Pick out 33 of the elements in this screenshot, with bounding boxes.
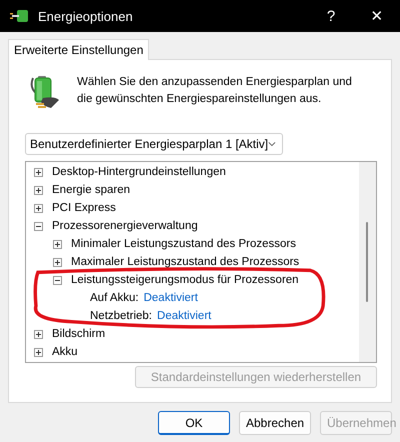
tree-item[interactable]: Minimaler Leistungszustand des Prozessors (71, 238, 296, 250)
plan-dropdown[interactable]: Benutzerdefinierter Energiesparplan 1 [Aktiv] (25, 133, 283, 155)
expand-icon[interactable] (34, 348, 43, 356)
expand-icon[interactable] (53, 240, 62, 248)
expand-icon[interactable] (53, 258, 62, 266)
description-text: Wählen Sie den anzupassenden Energiesparplan und die gewünschten Energiespareinstellungen aus. (77, 75, 353, 107)
setting-label: Auf Akku: (90, 292, 139, 304)
dialog-button[interactable]: OK (158, 411, 230, 435)
close-button[interactable]: ✕ (354, 0, 400, 32)
dialog-button[interactable]: Abbrechen (239, 411, 311, 435)
expand-icon[interactable] (34, 168, 43, 176)
setting-value-link[interactable]: Deaktiviert (157, 310, 212, 322)
setting-value-link[interactable]: Deaktiviert (144, 292, 198, 304)
tree-item[interactable]: Prozessorenergieverwaltung (52, 220, 198, 232)
collapse-icon[interactable] (53, 276, 62, 284)
chevron-down-icon (268, 141, 276, 147)
expand-icon[interactable] (34, 204, 43, 212)
tab[interactable]: Erweiterte Einstellungen (8, 39, 150, 60)
help-button[interactable]: ? (308, 0, 354, 32)
tree-item[interactable]: Maximaler Leistungszustand des Prozessors (71, 256, 300, 268)
scrollbar-thumb[interactable] (366, 222, 368, 302)
tree-item[interactable]: Desktop-Hintergrundeinstellungen (52, 166, 226, 178)
tree-item[interactable]: Bildschirm (52, 328, 106, 340)
expand-icon[interactable] (34, 330, 43, 338)
tree-item[interactable]: PCI Express (52, 202, 116, 214)
tree-item[interactable]: Energie sparen (52, 184, 130, 196)
setting-label: Netzbetrieb: (90, 310, 152, 322)
window-title: Energieoptionen (38, 8, 134, 24)
expand-icon[interactable] (34, 186, 43, 194)
collapse-icon[interactable] (34, 222, 43, 230)
tree-item[interactable]: Akku (52, 346, 78, 358)
tree-item[interactable]: Leistungssteigerungsmodus für Prozessoren (71, 274, 299, 286)
battery-plug-icon (10, 8, 30, 24)
